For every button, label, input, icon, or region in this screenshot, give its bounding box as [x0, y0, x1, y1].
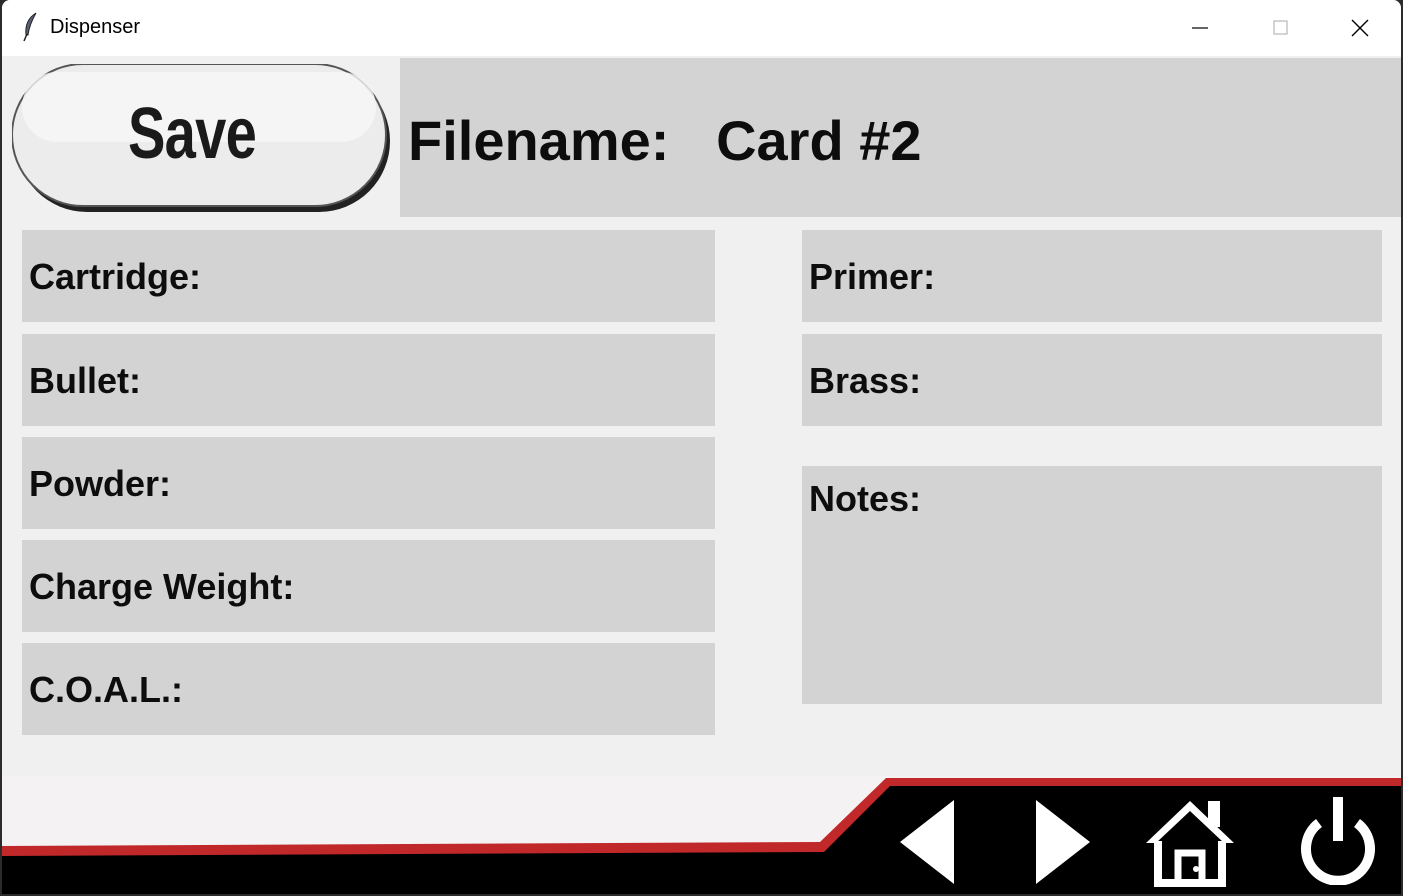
notes-field[interactable]: Notes: [802, 466, 1382, 704]
filename-value: Card #2 [716, 109, 922, 172]
charge-weight-field[interactable]: Charge Weight: [22, 540, 715, 632]
back-arrow-icon [900, 799, 954, 884]
back-button[interactable] [882, 794, 972, 889]
home-button[interactable] [1142, 794, 1237, 889]
cartridge-label: Cartridge: [29, 256, 202, 297]
filename-label: Filename: Card #2 [408, 109, 922, 172]
powder-field[interactable]: Powder: [22, 437, 715, 529]
home-icon [1145, 800, 1234, 887]
minimize-icon [1192, 27, 1208, 29]
powder-label: Powder: [29, 463, 172, 504]
title-bar: Dispenser [2, 0, 1401, 56]
main-content: Save Filename: Card #2 Cartridge: Bullet… [2, 56, 1401, 894]
power-icon [1301, 797, 1375, 885]
app-window: Dispenser Save Filename: Card #2 Cartrid… [2, 0, 1401, 894]
brass-field[interactable]: Brass: [802, 334, 1382, 426]
power-button[interactable] [1288, 790, 1388, 890]
save-button-label: Save [127, 94, 257, 174]
bullet-field[interactable]: Bullet: [22, 334, 715, 426]
brass-label: Brass: [809, 360, 922, 401]
maximize-button[interactable] [1240, 0, 1320, 56]
filename-panel: Filename: Card #2 [400, 58, 1401, 217]
feather-icon [23, 12, 37, 42]
minimize-button[interactable] [1160, 0, 1240, 56]
footer-bar [2, 776, 1401, 894]
save-button[interactable]: Save [12, 64, 390, 212]
window-title: Dispenser [50, 16, 141, 38]
coal-label: C.O.A.L.: [29, 669, 183, 710]
bullet-label: Bullet: [29, 360, 141, 401]
primer-field[interactable]: Primer: [802, 230, 1382, 322]
close-button[interactable] [1320, 0, 1400, 56]
forward-button[interactable] [1018, 794, 1108, 889]
cartridge-field[interactable]: Cartridge: [22, 230, 715, 322]
primer-label: Primer: [809, 256, 936, 297]
coal-field[interactable]: C.O.A.L.: [22, 643, 715, 735]
forward-arrow-icon [1036, 799, 1090, 884]
notes-label: Notes: [809, 478, 922, 519]
close-icon [1351, 19, 1369, 37]
charge-weight-label: Charge Weight: [29, 566, 295, 607]
maximize-icon [1273, 20, 1288, 35]
